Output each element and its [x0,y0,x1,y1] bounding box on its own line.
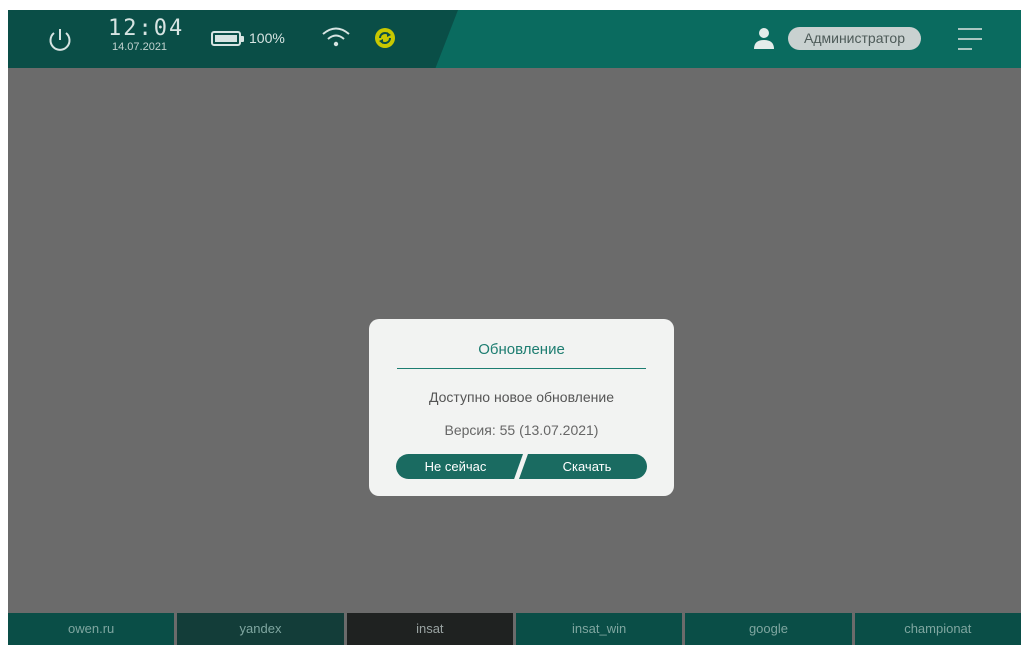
sync-icon[interactable] [375,28,395,48]
tab-insat[interactable]: insat [346,613,516,645]
user-role-badge[interactable]: Администратор [788,27,922,50]
dialog-version: Версия: 55 (13.07.2021) [444,422,599,438]
battery-indicator: 100% [211,30,285,46]
user-icon[interactable] [752,26,776,50]
battery-icon [211,30,244,46]
not-now-button[interactable]: Не сейчас [396,454,523,479]
tab-insat-win[interactable]: insat_win [515,613,686,645]
tab-bar: owen.ru yandex insat insat_win google ch… [8,613,1021,645]
clock-time: 12:04 [108,16,185,41]
dialog-message: Доступно новое обновление [429,389,614,405]
clock-date: 14.07.2021 [112,41,168,53]
tab-google[interactable]: google [685,613,855,645]
dialog-title: Обновление [478,341,565,358]
screen: 12:04 14.07.2021 100% Администратор Обно… [8,10,1021,645]
power-icon[interactable] [46,26,74,54]
status-bar: 12:04 14.07.2021 100% Администратор [8,10,1021,68]
tab-yandex[interactable]: yandex [177,613,347,645]
dialog-divider [397,368,646,369]
wifi-icon [322,27,350,47]
clock: 12:04 14.07.2021 [108,16,185,54]
menu-icon[interactable] [958,28,982,50]
update-dialog: Обновление Доступно новое обновление Вер… [369,319,674,496]
download-button[interactable]: Скачать [519,454,647,479]
battery-percent: 100% [249,30,285,46]
tab-championat[interactable]: championat [854,613,1021,645]
tab-owen[interactable]: owen.ru [8,613,178,645]
